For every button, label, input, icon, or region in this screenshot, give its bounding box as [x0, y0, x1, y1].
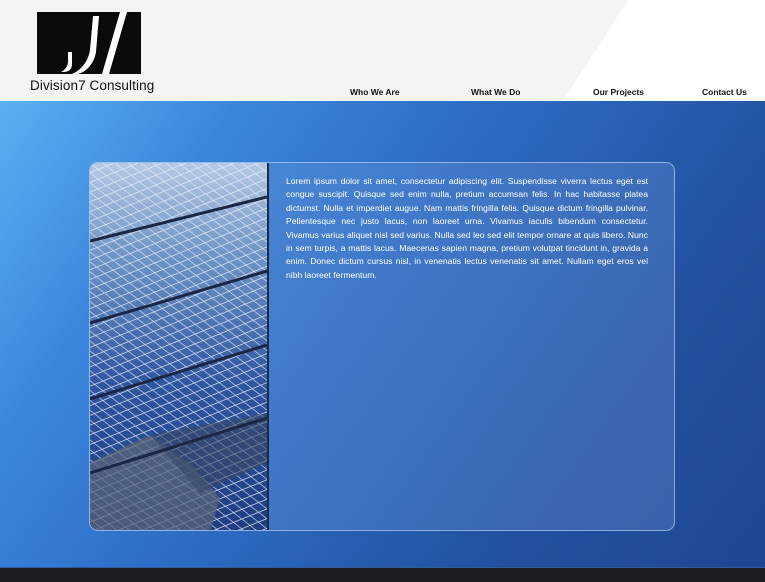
nav-who-we-are[interactable]: Who We Are — [350, 87, 400, 97]
body-text: Lorem ipsum dolor sit amet, consectetur … — [286, 176, 648, 280]
division7-logo-icon[interactable] — [37, 12, 141, 74]
site-header: Division7 Consulting Who We Are What We … — [0, 0, 765, 101]
nav-what-we-do[interactable]: What We Do — [471, 87, 520, 97]
nav-our-projects[interactable]: Our Projects — [593, 87, 644, 97]
footer-bar — [0, 567, 765, 582]
brand-name[interactable]: Division7 Consulting — [30, 78, 154, 93]
nav-contact-us[interactable]: Contact Us — [702, 87, 747, 97]
content-panel: Lorem ipsum dolor sit amet, consectetur … — [89, 162, 675, 531]
solar-panels-photo — [90, 163, 269, 530]
